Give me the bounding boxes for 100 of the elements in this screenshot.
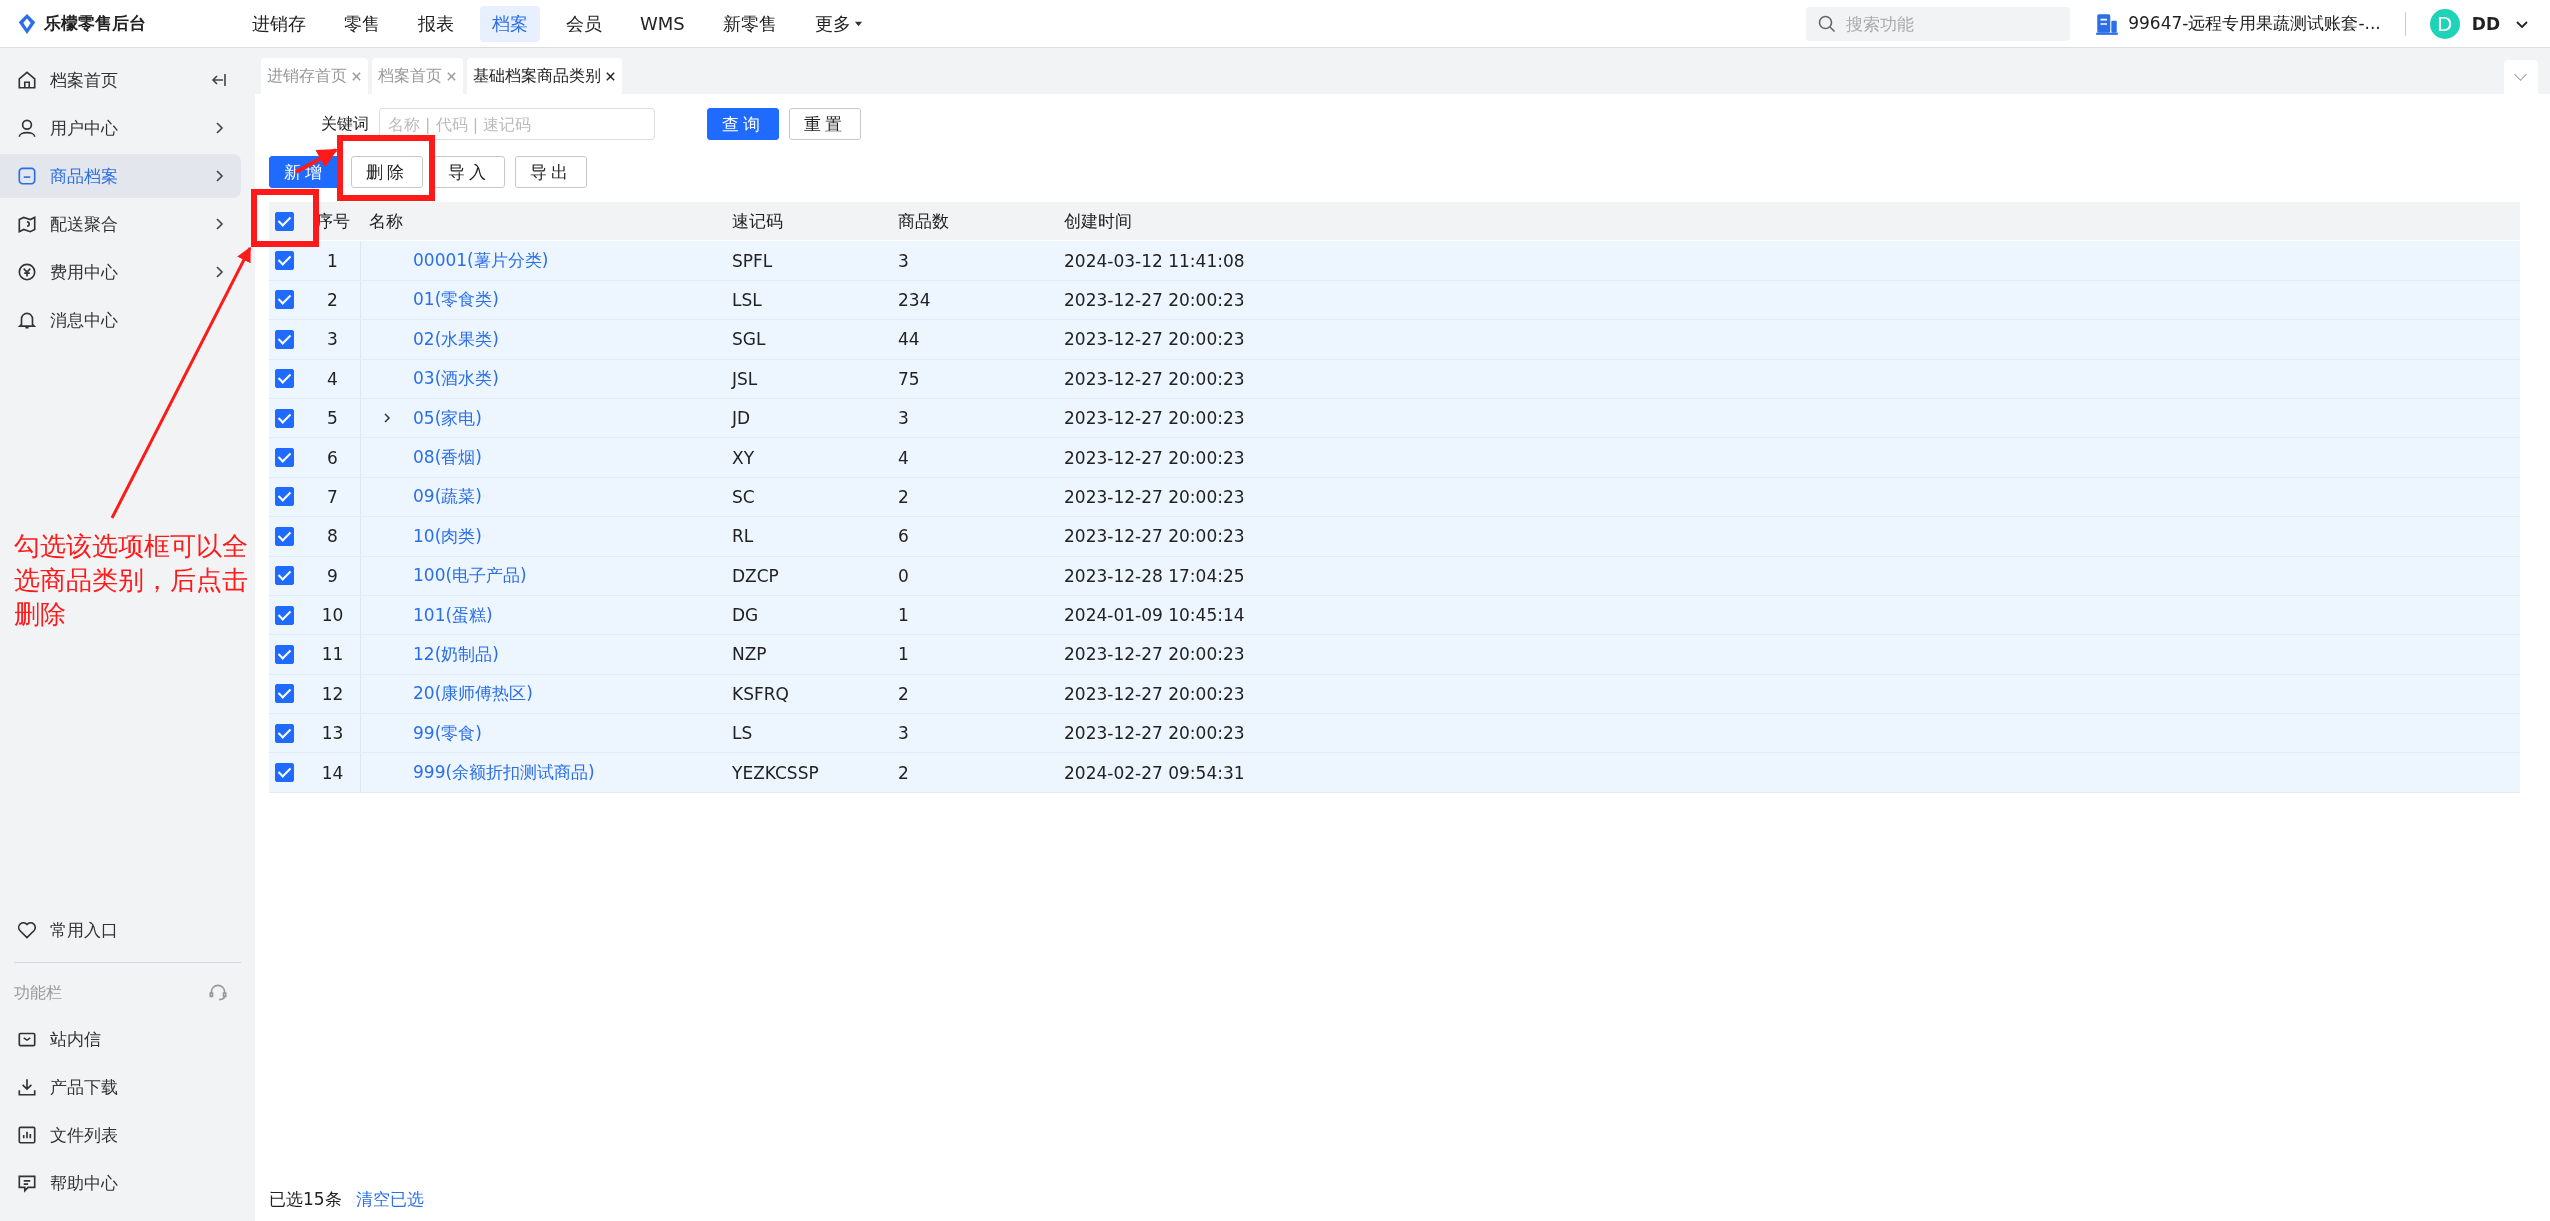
sidebar-item[interactable]: 商品档案 (0, 154, 241, 198)
table-cell: 2 (898, 683, 909, 704)
row-checkbox[interactable] (275, 448, 294, 468)
table-cell: 2023-12-27 20:00:23 (1064, 683, 1245, 704)
sidebar-item[interactable]: 文件列表 (0, 1113, 241, 1157)
category-link[interactable]: 05(家电) (413, 406, 482, 430)
row-checkbox[interactable] (275, 645, 294, 664)
row-checkbox[interactable] (275, 566, 294, 586)
row-checkbox[interactable] (275, 329, 294, 349)
sidebar-item[interactable]: 站内信 (0, 1017, 241, 1061)
category-link[interactable]: 08(香烟) (413, 446, 482, 470)
sidebar-item[interactable]: 帮助中心 (0, 1161, 241, 1205)
highlight-frame (251, 189, 319, 247)
category-link[interactable]: 99(零食) (413, 721, 482, 745)
table-cell: JSL (732, 368, 758, 389)
table-cell: 2023-12-27 20:00:23 (1064, 447, 1245, 468)
row-checkbox[interactable] (275, 605, 294, 625)
sidebar-item[interactable]: 消息中心 (0, 298, 241, 342)
category-link[interactable]: 02(水果类) (413, 327, 499, 351)
table-cell: 2024-02-27 09:54:31 (1064, 762, 1245, 783)
row-checkbox[interactable] (275, 290, 294, 310)
table-cell: 14 (321, 762, 344, 783)
table-cell: 44 (898, 329, 920, 350)
row-checkbox[interactable] (275, 763, 294, 783)
download-icon (16, 1076, 38, 1098)
user-name[interactable]: DD (2471, 13, 2500, 34)
category-link[interactable]: 101(蛋糕) (413, 603, 493, 627)
nav-tab[interactable]: 会员 (554, 5, 614, 42)
table-cell: 2023-12-27 20:00:23 (1064, 408, 1245, 429)
nav-tab[interactable]: 档案 (480, 5, 540, 42)
column-header: 速记码 (732, 209, 783, 233)
field-label: 关键词 (320, 113, 369, 135)
table-cell: 4 (327, 368, 338, 389)
sidebar-item[interactable]: 配送聚合 (0, 202, 241, 246)
close-icon[interactable] (605, 70, 616, 82)
row-checkbox[interactable] (275, 487, 294, 507)
table-cell: 9 (327, 565, 338, 586)
selected-count: 已选15条 (269, 1188, 342, 1211)
table-cell: 75 (898, 368, 920, 389)
table-cell: 2024-03-12 11:41:08 (1064, 250, 1245, 271)
nav-tab[interactable]: 新零售 (710, 5, 789, 42)
category-link[interactable]: 20(康师傅热区) (413, 682, 533, 706)
reset-button[interactable]: 重置 (789, 108, 861, 140)
category-link[interactable]: 09(蔬菜) (413, 485, 482, 509)
row-checkbox[interactable] (275, 369, 294, 389)
table-cell: KSFRQ (732, 683, 789, 704)
table-cell: 13 (321, 723, 344, 744)
nav-tab[interactable]: 零售 (332, 5, 392, 42)
table-cell: 2023-12-27 20:00:23 (1064, 723, 1245, 744)
user-icon (16, 117, 38, 139)
account-name[interactable]: 99647-远程专用果蔬测试账套-... (2128, 12, 2381, 35)
annotation-text: 勾选该选项框可以全选商品类别，后点击删除 (14, 530, 249, 631)
page-tab[interactable]: 基础档案商品类别 (467, 58, 622, 94)
category-link[interactable]: 03(酒水类) (413, 367, 499, 391)
table-cell: 6 (327, 447, 338, 468)
category-link[interactable]: 100(电子产品) (413, 564, 527, 588)
search-field[interactable]: 搜索功能 (1806, 6, 2071, 41)
sidebar-item[interactable]: 费用中心 (0, 250, 241, 294)
search-icon (1817, 13, 1838, 34)
table-cell: 2 (327, 289, 338, 310)
box-icon (16, 165, 38, 187)
table-cell: JD (732, 408, 751, 429)
category-link[interactable]: 999(余额折扣测试商品) (413, 761, 595, 785)
category-link[interactable]: 10(肉类) (413, 524, 482, 548)
coin-icon (16, 261, 38, 283)
sidebar-item[interactable]: 用户中心 (0, 106, 241, 150)
category-link[interactable]: 01(零食类) (413, 288, 499, 312)
clear-selection-link[interactable]: 清空已选 (355, 1188, 424, 1211)
row-checkbox[interactable] (275, 684, 294, 704)
keyword-field[interactable]: 名称 | 代码 | 速记码 (379, 108, 655, 140)
nav-tab[interactable]: 报表 (406, 5, 466, 42)
sidebar-item[interactable]: 产品下载 (0, 1065, 241, 1109)
select-all-checkbox[interactable] (275, 211, 294, 231)
category-link[interactable]: 00001(薯片分类) (413, 249, 549, 273)
category-link[interactable]: 12(奶制品) (413, 643, 499, 666)
nav-tab[interactable]: WMS (628, 5, 697, 42)
nav-tab[interactable]: 更多 (802, 5, 875, 42)
table-cell: 1 (898, 644, 909, 665)
table-cell: 2023-12-28 17:04:25 (1064, 565, 1245, 586)
table-cell: SC (732, 486, 755, 507)
table-cell: 10 (321, 605, 344, 626)
table-cell: 2023-12-27 20:00:23 (1064, 368, 1245, 389)
query-button[interactable]: 查询 (707, 108, 779, 140)
row-checkbox[interactable] (275, 723, 294, 743)
row-checkbox[interactable] (275, 526, 294, 546)
action-button[interactable]: 导出 (515, 156, 587, 188)
sidebar-item[interactable]: 档案首页 (0, 58, 241, 102)
table-cell: 8 (327, 526, 338, 547)
nav-tab[interactable]: 进销存 (240, 5, 318, 42)
table-cell: DG (732, 605, 759, 626)
sidebar-item[interactable]: 常用入口 (0, 908, 241, 952)
table-cell: LSL (732, 289, 762, 310)
table-cell: 2 (898, 486, 909, 507)
table-cell: 3 (898, 408, 909, 429)
expand-icon[interactable] (381, 412, 393, 425)
row-checkbox[interactable] (275, 251, 294, 271)
action-button[interactable]: 删除 (351, 156, 423, 188)
column-header: 创建时间 (1064, 209, 1132, 233)
row-checkbox[interactable] (275, 408, 294, 428)
action-button[interactable]: 导入 (433, 156, 505, 188)
